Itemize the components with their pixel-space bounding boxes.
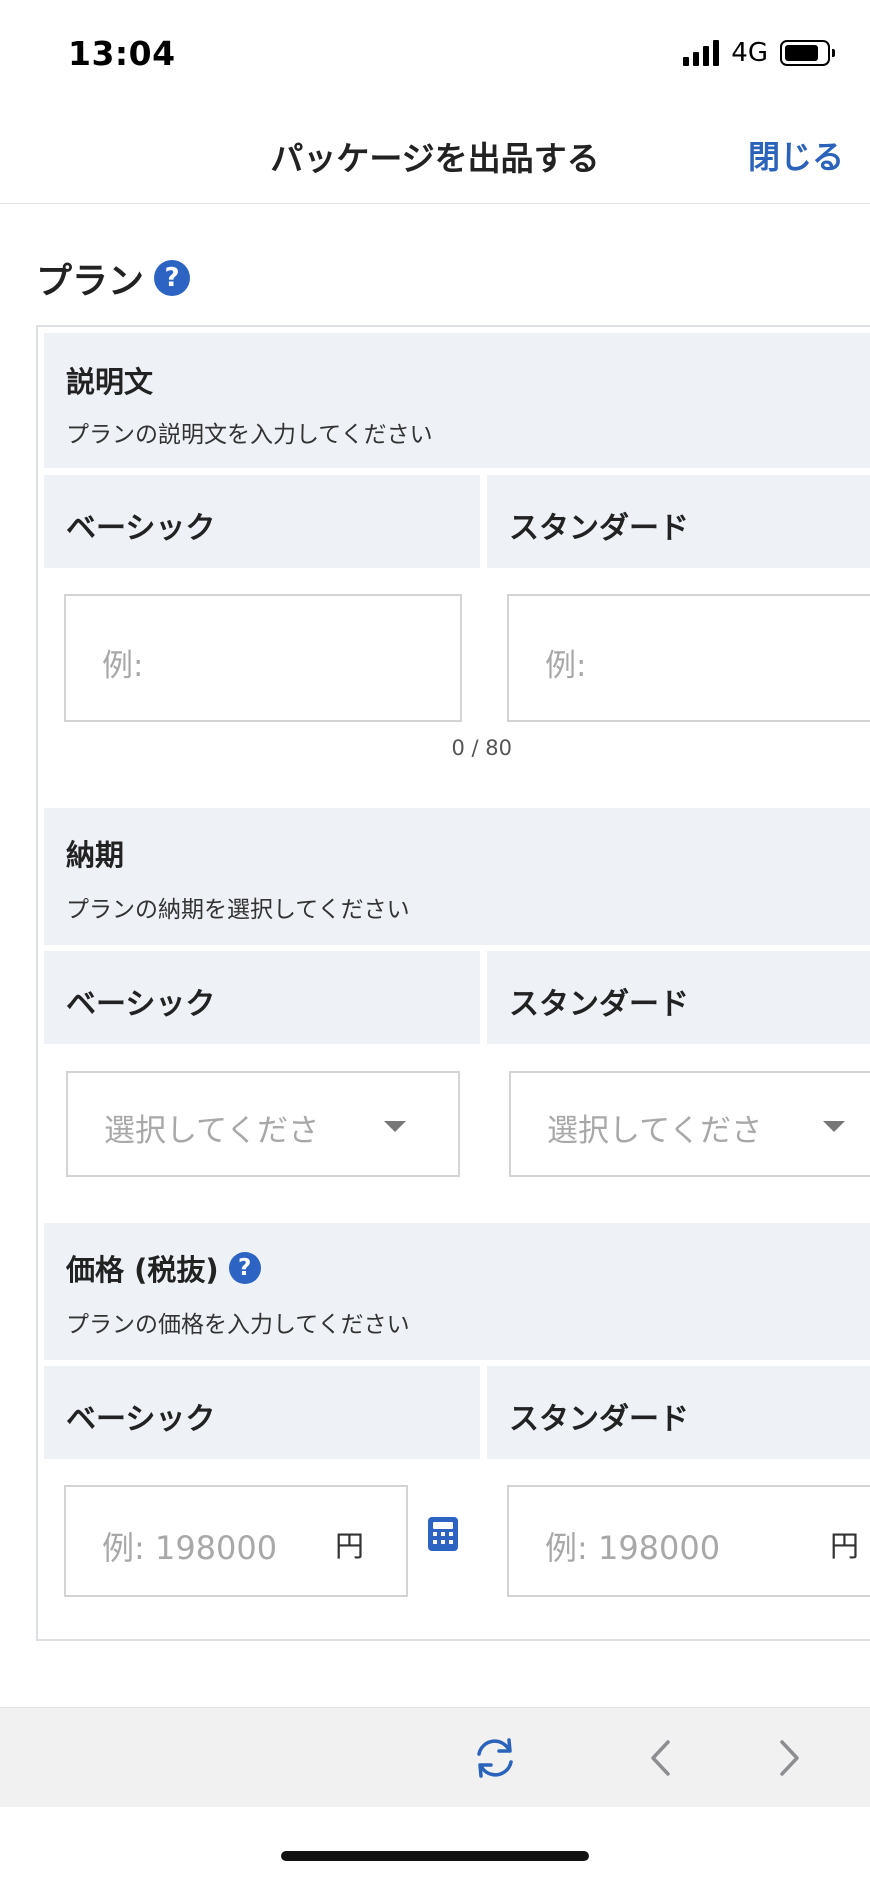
delivery-hint: プランの納期を選択してください <box>66 897 410 923</box>
price-standard-header: スタンダード <box>487 1366 870 1459</box>
description-basic-header: ベーシック <box>44 475 480 568</box>
nav-header: パッケージを出品する 閉じる <box>0 110 870 204</box>
plan-heading: プラン ? <box>36 252 191 304</box>
select-placeholder: 選択してくださ <box>547 1113 763 1149</box>
price-hint: プランの価格を入力してください <box>66 1312 410 1338</box>
status-time: 13:04 <box>68 34 176 73</box>
price-basic-header: ベーシック <box>44 1366 480 1459</box>
battery-icon <box>780 40 835 66</box>
delivery-title: 納期 <box>66 838 125 872</box>
price-basic-input[interactable]: 例: 198000 円 <box>64 1485 408 1597</box>
delivery-section-header: 納期 プランの納期を選択してください <box>44 808 870 945</box>
calculator-icon[interactable] <box>428 1517 458 1551</box>
input-placeholder: 例: <box>102 648 144 684</box>
refresh-icon[interactable] <box>467 1730 523 1786</box>
description-title: 説明文 <box>66 365 154 399</box>
price-section-header: 価格 (税抜) ? プランの価格を入力してください <box>44 1223 870 1360</box>
status-bar: 13:04 4G <box>0 0 870 110</box>
signal-icon <box>683 40 720 66</box>
description-section-header: 説明文 プランの説明文を入力してください <box>44 333 870 468</box>
home-indicator <box>281 1851 589 1861</box>
delivery-basic-header: ベーシック <box>44 951 480 1044</box>
column-label: ベーシック <box>66 511 216 546</box>
chevron-down-icon <box>384 1121 406 1132</box>
browser-toolbar <box>0 1707 870 1807</box>
page: 13:04 4G パッケージを出品する 閉じる プラン ? 説明文 プランの説明… <box>0 0 870 1883</box>
question-circle-icon[interactable]: ? <box>228 1252 261 1284</box>
page-title: パッケージを出品する <box>270 139 600 178</box>
currency-unit: 円 <box>334 1529 364 1563</box>
price-title: 価格 (税抜) <box>66 1253 219 1287</box>
select-placeholder: 選択してくださ <box>104 1113 320 1149</box>
plan-title: プラン <box>36 261 145 302</box>
back-arrow-icon[interactable] <box>633 1730 689 1786</box>
description-hint: プランの説明文を入力してください <box>66 422 433 448</box>
plan-table: 説明文 プランの説明文を入力してください ベーシック スタンダード 例: 例: … <box>36 325 870 1641</box>
column-label: スタンダード <box>509 1402 689 1437</box>
status-indicators: 4G <box>683 38 835 68</box>
network-label: 4G <box>731 38 768 68</box>
price-title-row: 価格 (税抜) ? <box>66 1247 261 1289</box>
character-counter: 0 / 80 <box>451 736 512 760</box>
chevron-down-icon <box>823 1121 845 1132</box>
description-standard-input[interactable]: 例: <box>507 594 870 722</box>
column-label: ベーシック <box>66 1402 216 1437</box>
column-label: ベーシック <box>66 987 216 1022</box>
currency-unit: 円 <box>829 1529 859 1563</box>
forward-arrow-icon[interactable] <box>761 1730 817 1786</box>
input-placeholder: 例: 198000 <box>545 1529 721 1567</box>
close-button[interactable]: 閉じる <box>748 132 844 178</box>
column-label: スタンダード <box>509 511 689 546</box>
description-standard-header: スタンダード <box>487 475 870 568</box>
delivery-standard-select[interactable]: 選択してくださ <box>509 1071 870 1177</box>
input-placeholder: 例: 198000 <box>102 1529 278 1567</box>
column-label: スタンダード <box>509 987 689 1022</box>
question-circle-icon[interactable]: ? <box>154 260 191 296</box>
delivery-basic-select[interactable]: 選択してくださ <box>66 1071 460 1177</box>
description-basic-input[interactable]: 例: <box>64 594 462 722</box>
delivery-standard-header: スタンダード <box>487 951 870 1044</box>
input-placeholder: 例: <box>545 648 587 684</box>
price-standard-input[interactable]: 例: 198000 円 <box>507 1485 870 1597</box>
